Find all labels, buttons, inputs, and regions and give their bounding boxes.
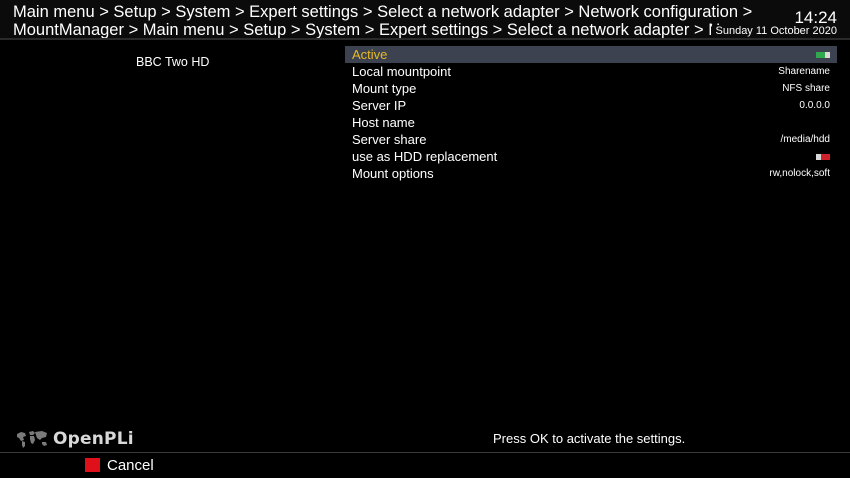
config-value-mount-options: rw,nolock,soft: [769, 168, 830, 179]
config-label-hdd-replacement: use as HDD replacement: [352, 149, 498, 164]
config-row-active[interactable]: Active: [345, 46, 837, 63]
toggle-knob: [825, 52, 830, 58]
config-value-server-ip: 0.0.0.0: [799, 100, 830, 111]
config-label-host-name: Host name: [352, 115, 415, 130]
footer-divider: [0, 452, 850, 453]
config-label-mount-type: Mount type: [352, 81, 417, 96]
config-row-server-ip[interactable]: Server IP 0.0.0.0: [345, 97, 837, 114]
cancel-button[interactable]: Cancel: [85, 456, 154, 474]
world-map-icon: [17, 431, 47, 448]
config-value-local-mountpoint: Sharename: [778, 66, 830, 77]
config-row-mount-type[interactable]: Mount type NFS share: [345, 80, 837, 97]
cancel-label: Cancel: [107, 456, 154, 474]
config-label-server-ip: Server IP: [352, 98, 407, 113]
config-row-hdd-replacement[interactable]: use as HDD replacement: [345, 148, 837, 165]
logo-text: OpenPLi: [53, 429, 134, 449]
config-value-mount-type: NFS share: [782, 83, 830, 94]
toggle-on-icon[interactable]: [816, 52, 830, 58]
toggle-off-icon[interactable]: [816, 154, 830, 160]
config-value-server-share: /media/hdd: [780, 134, 830, 145]
config-label-local-mountpoint: Local mountpoint: [352, 64, 452, 79]
openpli-logo: OpenPLi: [15, 427, 134, 451]
toggle-off-fill: [821, 154, 830, 160]
channel-name: BBC Two HD: [136, 55, 210, 69]
config-row-host-name[interactable]: Host name: [345, 114, 837, 131]
date: Sunday 11 October 2020: [711, 25, 837, 37]
config-label-mount-options: Mount options: [352, 166, 434, 181]
config-row-server-share[interactable]: Server share /media/hdd: [345, 131, 837, 148]
screen: Main menu > Setup > System > Expert sett…: [0, 0, 850, 478]
config-row-local-mountpoint[interactable]: Local mountpoint Sharename: [345, 63, 837, 80]
header-bar: Main menu > Setup > System > Expert sett…: [0, 0, 850, 40]
breadcrumb-line-1: Main menu > Setup > System > Expert sett…: [13, 3, 753, 21]
header-divider: [0, 38, 850, 40]
config-label-server-share: Server share: [352, 132, 427, 147]
toggle-on-fill: [816, 52, 825, 58]
red-button-icon: [85, 458, 100, 472]
network-config-list: Active Local mountpoint Sharename Mount …: [345, 46, 837, 182]
config-row-mount-options[interactable]: Mount options rw,nolock,soft: [345, 165, 837, 182]
config-label-active: Active: [352, 47, 388, 62]
hint-text: Press OK to activate the settings.: [493, 431, 686, 446]
breadcrumb-line-2: MountManager > Main menu > Setup > Syste…: [13, 21, 729, 39]
